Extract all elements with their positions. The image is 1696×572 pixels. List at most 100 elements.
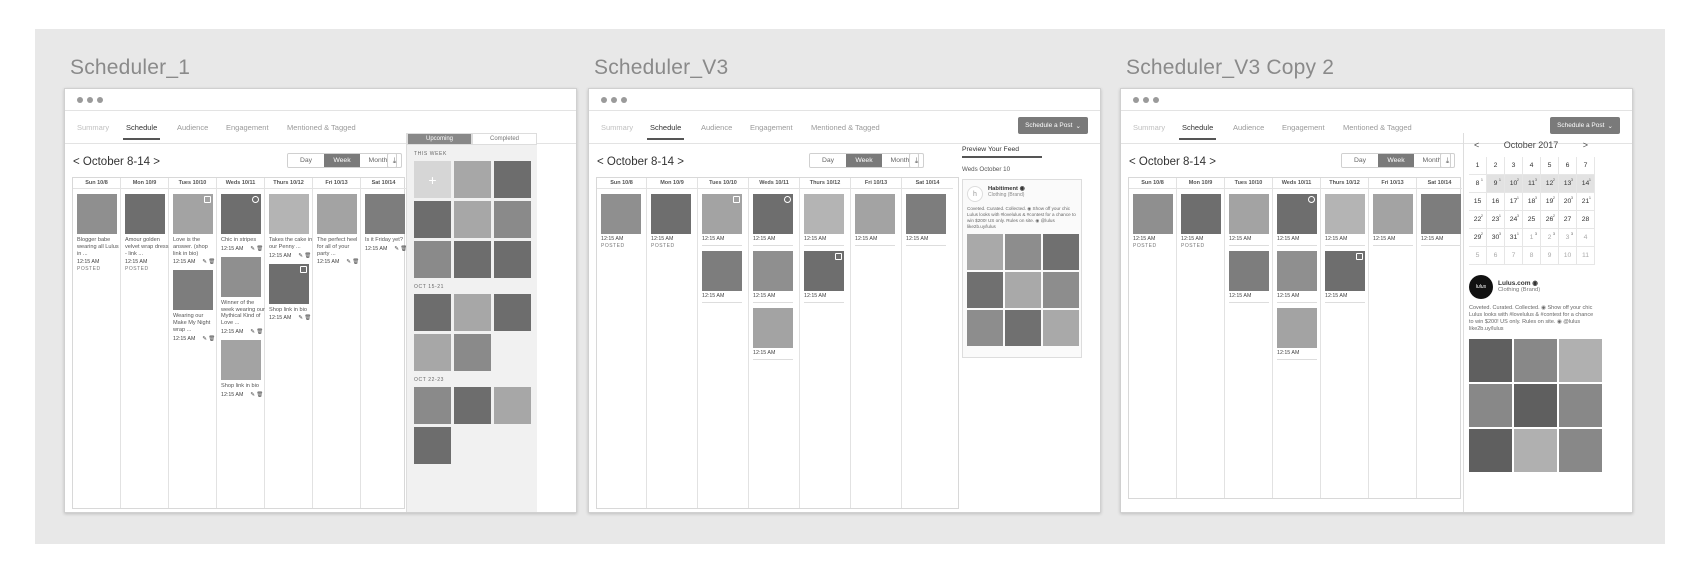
calendar-day[interactable]: 2 xyxy=(1487,157,1505,175)
scheduled-post[interactable]: 12:15 AM xyxy=(702,251,744,303)
view-day-button[interactable]: Day xyxy=(288,154,324,167)
post-thumbnail[interactable] xyxy=(1277,251,1317,291)
calendar-day[interactable]: 1 xyxy=(1469,157,1487,175)
queue-thumbnail[interactable] xyxy=(494,161,531,198)
calendar-day[interactable]: 9 xyxy=(1541,247,1559,265)
calendar-day[interactable]: 4 xyxy=(1523,157,1541,175)
feed-thumbnail[interactable] xyxy=(1469,339,1512,382)
post-thumbnail[interactable] xyxy=(221,339,261,380)
post-thumbnail[interactable] xyxy=(1325,194,1365,234)
queue-thumbnail[interactable] xyxy=(494,294,531,331)
post-thumbnail[interactable] xyxy=(753,194,793,234)
feed-thumbnail[interactable] xyxy=(967,234,1003,270)
calendar-day[interactable]: 13 xyxy=(1523,229,1541,247)
post-thumbnail[interactable] xyxy=(173,194,213,234)
post-thumbnail[interactable] xyxy=(651,194,691,234)
feed-thumbnail[interactable] xyxy=(1005,310,1041,346)
feed-thumbnail[interactable] xyxy=(1043,272,1079,308)
post-thumbnail[interactable] xyxy=(221,194,261,234)
calendar-day[interactable]: 19 2 xyxy=(1541,193,1559,211)
prev-week-button[interactable]: < xyxy=(73,156,80,168)
scheduled-post[interactable]: Blogger babe wearing all Lulus in ... 12… xyxy=(77,194,119,272)
calendar-day[interactable]: 30 3 xyxy=(1487,229,1505,247)
next-month-button[interactable]: > xyxy=(1583,140,1588,150)
post-thumbnail[interactable] xyxy=(753,308,793,348)
scheduled-post[interactable]: Wearing our Make My Night wrap ... 12:15… xyxy=(173,270,215,342)
post-actions-icon[interactable]: ✎ 🗑 xyxy=(202,259,215,265)
calendar-day[interactable]: 27 xyxy=(1559,211,1577,229)
next-week-button[interactable]: > xyxy=(1209,156,1216,168)
tab-mentioned-tagged[interactable]: Mentioned & Tagged xyxy=(1343,123,1412,132)
calendar-day[interactable]: 81 xyxy=(1469,175,1487,193)
feed-thumbnail[interactable] xyxy=(1514,384,1557,427)
scheduled-post[interactable]: 12:15 AM xyxy=(1229,194,1269,246)
calendar-day[interactable]: 28 xyxy=(1577,211,1595,229)
post-actions-icon[interactable]: ✎ 🗑 xyxy=(250,329,263,335)
calendar-day[interactable]: 7 xyxy=(1505,247,1523,265)
scheduled-post[interactable]: 12:15 AM xyxy=(1373,194,1413,246)
calendar-day[interactable]: 14 1 xyxy=(1577,175,1595,193)
post-thumbnail[interactable] xyxy=(365,194,405,234)
calendar-day[interactable]: 7 xyxy=(1577,157,1595,175)
post-thumbnail[interactable] xyxy=(1133,194,1173,234)
feed-thumbnail[interactable] xyxy=(1005,272,1041,308)
download-icon[interactable]: ⤓ xyxy=(1440,153,1455,168)
tab-summary[interactable]: Summary xyxy=(77,123,109,132)
tab-completed[interactable]: Completed xyxy=(472,133,537,145)
scheduled-post[interactable]: Shop link in bio 12:15 AM ✎ 🗑 xyxy=(221,339,263,398)
queue-thumbnail[interactable] xyxy=(454,161,491,198)
scheduled-post[interactable]: 12:15 AM xyxy=(753,308,795,360)
calendar-day[interactable]: 23 xyxy=(1541,229,1559,247)
post-thumbnail[interactable] xyxy=(317,194,357,234)
tab-audience[interactable]: Audience xyxy=(1233,123,1264,132)
scheduled-post[interactable]: Chic in stripes 12:15 AM ✎ 🗑 xyxy=(221,194,263,252)
queue-thumbnail[interactable] xyxy=(494,241,531,278)
post-thumbnail[interactable] xyxy=(173,270,213,311)
queue-thumbnail[interactable] xyxy=(414,334,451,371)
add-post-button[interactable]: + xyxy=(414,161,451,198)
calendar-day[interactable]: 11 xyxy=(1577,247,1595,265)
calendar-day[interactable]: 16 xyxy=(1487,193,1505,211)
calendar-day[interactable]: 21 1 xyxy=(1577,193,1595,211)
queue-thumbnail[interactable] xyxy=(454,334,491,371)
queue-thumbnail[interactable] xyxy=(414,294,451,331)
tab-mentioned-tagged[interactable]: Mentioned & Tagged xyxy=(287,123,356,132)
post-actions-icon[interactable]: ✎ 🗑 xyxy=(250,392,263,398)
scheduled-post[interactable]: 12:15 AM xyxy=(1229,251,1269,303)
feed-thumbnail[interactable] xyxy=(1514,339,1557,382)
post-thumbnail[interactable] xyxy=(1277,194,1317,234)
calendar-day[interactable]: 5 xyxy=(1469,247,1487,265)
scheduled-post[interactable]: 12:15 AM POSTED xyxy=(1181,194,1221,249)
post-thumbnail[interactable] xyxy=(804,194,844,234)
post-thumbnail[interactable] xyxy=(753,251,793,291)
scheduled-post[interactable]: 12:15 AM POSTED xyxy=(651,194,693,249)
calendar-day[interactable]: 10 xyxy=(1559,247,1577,265)
post-thumbnail[interactable] xyxy=(702,251,742,291)
tab-summary[interactable]: Summary xyxy=(601,123,633,132)
scheduled-post[interactable]: 12:15 AM xyxy=(1421,194,1461,246)
schedule-post-button[interactable]: Schedule a Post ⌄ xyxy=(1550,117,1620,134)
calendar-day[interactable]: 26 2 xyxy=(1541,211,1559,229)
schedule-post-button[interactable]: Schedule a Post ⌄ xyxy=(1018,117,1088,134)
post-actions-icon[interactable]: ✎ 🗑 xyxy=(250,246,263,252)
feed-thumbnail[interactable] xyxy=(967,310,1003,346)
calendar-day[interactable]: 6 xyxy=(1559,157,1577,175)
tab-summary[interactable]: Summary xyxy=(1133,123,1165,132)
queue-thumbnail[interactable] xyxy=(414,201,451,238)
scheduled-post[interactable]: 12:15 AM xyxy=(1277,308,1317,360)
post-thumbnail[interactable] xyxy=(269,263,309,304)
calendar-day[interactable]: 11 3 xyxy=(1523,175,1541,193)
post-actions-icon[interactable]: ✎ 🗑 xyxy=(298,253,311,259)
scheduled-post[interactable]: Shop link in bio 12:15 AM ✎ 🗑 xyxy=(269,263,311,321)
tab-mentioned-tagged[interactable]: Mentioned & Tagged xyxy=(811,123,880,132)
scheduled-post[interactable]: 12:15 AM xyxy=(702,194,744,246)
calendar-day[interactable]: 5 xyxy=(1541,157,1559,175)
view-day-button[interactable]: Day xyxy=(810,154,846,167)
scheduled-post[interactable]: 12:15 AM xyxy=(753,251,795,303)
queue-thumbnail[interactable] xyxy=(414,241,451,278)
prev-week-button[interactable]: < xyxy=(1129,156,1136,168)
queue-thumbnail[interactable] xyxy=(454,294,491,331)
scheduled-post[interactable]: 12:15 AM xyxy=(906,194,949,246)
calendar-day[interactable]: 12 2 xyxy=(1541,175,1559,193)
tab-audience[interactable]: Audience xyxy=(701,123,732,132)
